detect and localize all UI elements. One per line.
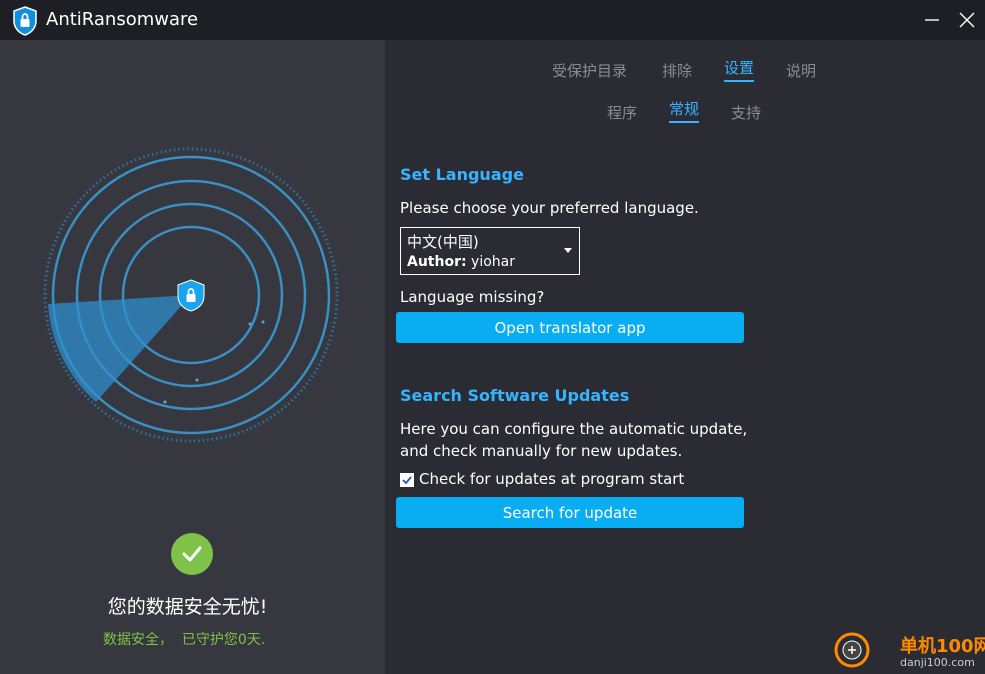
title-bar: AntiRansomware [0, 0, 985, 40]
tab-protected-folders[interactable]: 受保护目录 [552, 60, 627, 81]
watermark-brand: 单机100网 [900, 636, 985, 657]
tab-help[interactable]: 说明 [786, 60, 816, 81]
watermark-logo-icon [834, 632, 870, 668]
check-at-start-checkbox[interactable] [400, 473, 414, 487]
close-button[interactable] [953, 6, 981, 34]
status-headline: 您的数据安全无忧! [107, 596, 268, 618]
app-title: AntiRansomware [46, 9, 199, 30]
updates-description-line1: Here you can configure the automatic upd… [400, 420, 748, 438]
safe-check-icon [171, 533, 213, 575]
watermark: 单机100网 danji100.com [834, 630, 985, 674]
minimize-button[interactable] [918, 6, 946, 34]
language-author-label: Author: [407, 254, 467, 270]
language-prompt: Please choose your preferred language. [400, 199, 699, 217]
radar-scan-graphic [43, 147, 339, 443]
open-translator-button[interactable]: Open translator app [396, 312, 744, 343]
language-author: Author: yiohar [407, 252, 573, 272]
language-selected-name: 中文(中国) [407, 233, 479, 251]
subtab-program[interactable]: 程序 [607, 102, 637, 123]
language-author-value: yiohar [466, 254, 515, 270]
updates-description-line2: and check manually for new updates. [400, 442, 683, 460]
settings-panel: 受保护目录 排除 设置 说明 程序 常规 支持 Set Language Ple… [385, 40, 985, 674]
shield-lock-icon [13, 6, 37, 36]
tab-settings[interactable]: 设置 [724, 57, 755, 82]
check-at-start-label[interactable]: Check for updates at program start [419, 470, 684, 488]
watermark-domain: danji100.com [900, 656, 975, 669]
search-update-button[interactable]: Search for update [396, 497, 744, 528]
close-icon [959, 12, 975, 28]
subtab-support[interactable]: 支持 [731, 102, 761, 123]
subtab-general[interactable]: 常规 [669, 98, 700, 123]
status-panel: 您的数据安全无忧! 数据安全， 已守护您0天. [0, 40, 385, 674]
language-select[interactable]: 中文(中国) Author: yiohar [400, 227, 580, 275]
chevron-down-icon [564, 248, 572, 253]
checkmark-icon [402, 476, 412, 485]
status-detail: 数据安全， 已守护您0天. [103, 632, 266, 648]
updates-heading: Search Software Updates [400, 386, 630, 405]
minimize-icon [925, 19, 939, 21]
language-missing-label: Language missing? [400, 288, 545, 306]
set-language-heading: Set Language [400, 165, 524, 184]
tab-exclusions[interactable]: 排除 [662, 60, 692, 81]
